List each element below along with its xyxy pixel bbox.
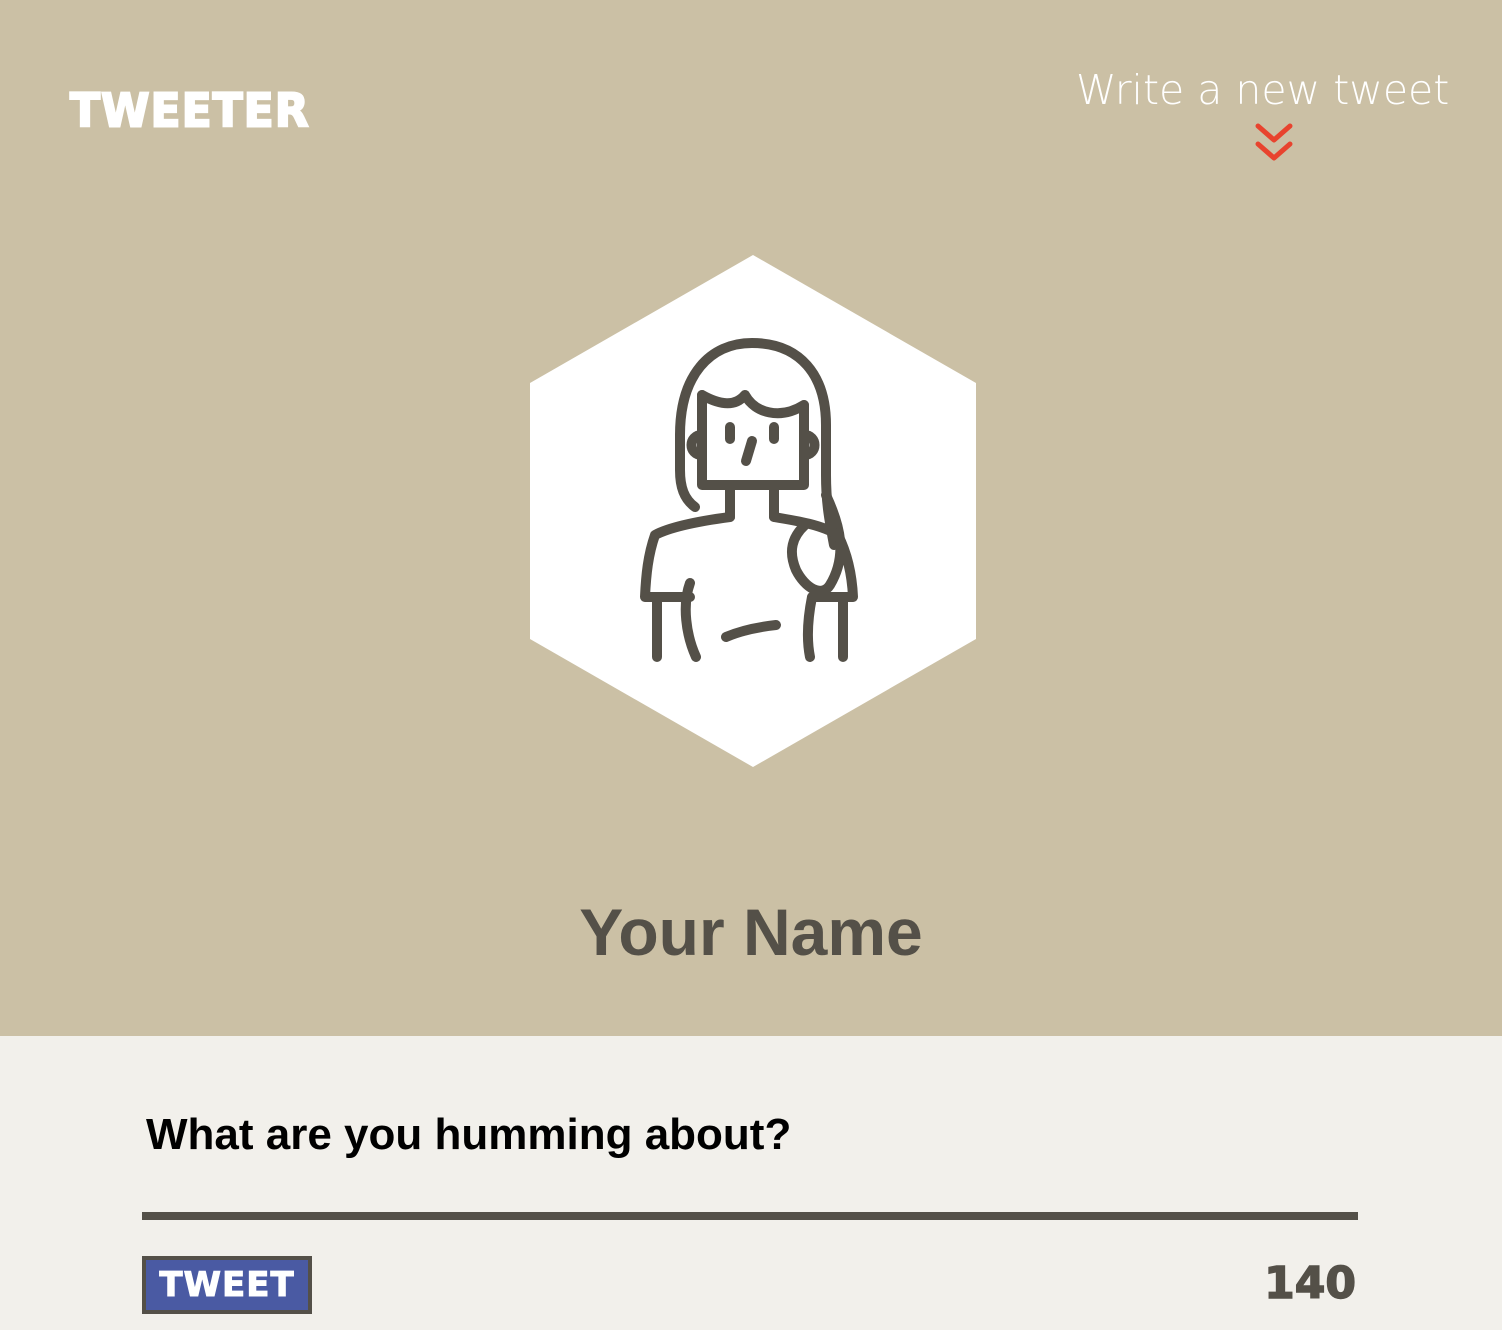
double-chevron-down-icon[interactable] xyxy=(1254,122,1294,164)
profile-name: Your Name xyxy=(579,895,923,969)
tweet-text-input[interactable] xyxy=(142,1100,1358,1220)
woman-avatar-icon xyxy=(530,255,976,767)
write-new-tweet-link[interactable]: Write a new tweet xyxy=(1076,66,1450,164)
profile-header: TWEETER Write a new tweet Your Name xyxy=(0,0,1502,1036)
app-logo[interactable]: TWEETER xyxy=(69,84,310,140)
tweet-button[interactable]: TWEET xyxy=(142,1256,312,1314)
character-counter: 140 xyxy=(1263,1257,1356,1310)
write-new-tweet-label: Write a new tweet xyxy=(1076,66,1450,114)
tweet-composer: TWEET 140 xyxy=(0,1036,1502,1330)
